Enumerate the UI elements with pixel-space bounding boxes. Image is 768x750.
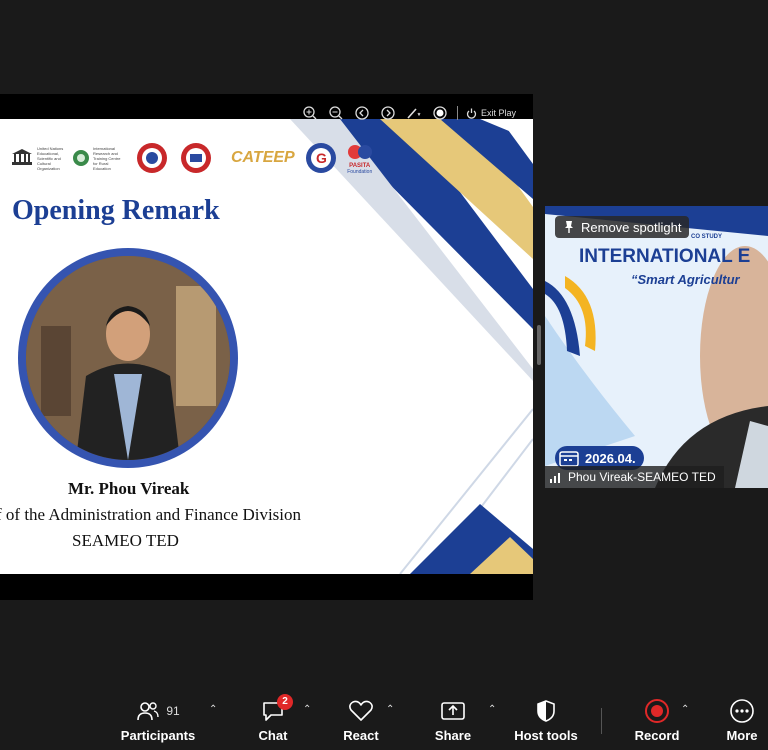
more-options-icon (730, 698, 754, 723)
shield-icon (537, 699, 555, 722)
control-bar-divider (601, 708, 602, 734)
gear-logo-icon (181, 143, 211, 173)
cateep-logo: CATEEP (231, 149, 295, 166)
share-button[interactable]: Share (430, 690, 476, 750)
event-date-text: 2026.04. (585, 450, 636, 466)
speaker-photo (26, 256, 230, 460)
more-button[interactable]: More (722, 690, 762, 750)
pen-icon[interactable] (405, 104, 423, 122)
participants-count: 91 (166, 703, 180, 718)
remove-spotlight-label: Remove spotlight (581, 219, 682, 235)
chat-label: Chat (258, 727, 288, 743)
unesco-logo-icon (12, 149, 32, 165)
exit-play-label: Exit Play (481, 108, 517, 118)
host-tools-label: Host tools (514, 727, 578, 743)
study-label: CO STUDY (691, 234, 723, 240)
participants-chevron-up-icon[interactable]: ⌃ (209, 704, 217, 715)
zoom-in-icon[interactable] (301, 104, 319, 122)
speaker-role: f of the Administration and Finance Divi… (0, 505, 302, 524)
participant-name-tag: Phou Vireak-SEAMEO TED (545, 466, 724, 488)
react-button[interactable]: React (338, 690, 384, 750)
speaker-figure (26, 256, 230, 460)
calendar-icon (559, 451, 579, 467)
chat-chevron-up-icon[interactable]: ⌃ (303, 704, 311, 715)
react-chevron-up-icon[interactable]: ⌃ (386, 704, 394, 715)
chat-button[interactable]: 2 Chat (250, 690, 296, 750)
meeting-control-bar: 91 Participants ⌃ 2 Chat ⌃ React ⌃ Share… (0, 690, 768, 750)
toolbar-divider (457, 106, 458, 120)
presentation-slide: United Nations Educational, Scientific a… (0, 119, 533, 574)
meeting-stage: United Nations Educational, Scientific a… (0, 0, 768, 690)
share-label: Share (434, 727, 472, 743)
heart-icon (349, 700, 373, 721)
shared-screen[interactable]: United Nations Educational, Scientific a… (0, 94, 533, 600)
zoom-out-icon[interactable] (327, 104, 345, 122)
centre-text: International Research and Training Cent… (93, 145, 121, 171)
speaker-organization: SEAMEO TED (72, 531, 179, 550)
video-event-title: INTERNATIONAL E (579, 246, 751, 267)
slideshow-toolbar: Exit Play (295, 100, 525, 126)
share-screen-icon (441, 701, 465, 720)
slide-heading: Opening Remark (12, 195, 220, 226)
power-icon (466, 108, 477, 119)
participant-name: Phou Vireak-SEAMEO TED (568, 470, 716, 484)
previous-slide-icon[interactable] (353, 104, 371, 122)
record-chevron-up-icon[interactable]: ⌃ (681, 704, 689, 715)
partner-logos: United Nations Educational, Scientific a… (10, 141, 373, 175)
participants-icon (137, 701, 160, 720)
split-view-handle[interactable] (537, 325, 541, 365)
seameo-gear-logo-icon (137, 143, 167, 173)
video-event-subtitle: “Smart Agricultur (631, 272, 740, 287)
host-tools-button[interactable]: Host tools (512, 690, 580, 750)
share-chevron-up-icon[interactable]: ⌃ (488, 704, 496, 715)
exit-play-button[interactable]: Exit Play (466, 108, 516, 119)
unesco-text: United Nations Educational, Scientific a… (37, 145, 64, 171)
record-button[interactable]: Record (632, 690, 682, 750)
record-icon (645, 698, 669, 723)
react-label: React (343, 727, 379, 743)
more-label: More (726, 727, 758, 743)
laser-pointer-icon[interactable] (431, 104, 449, 122)
participants-button[interactable]: 91 Participants (120, 690, 196, 750)
pasita-sub-label: Foundation (347, 169, 373, 175)
speaker-photo-frame (18, 248, 238, 468)
next-slide-icon[interactable] (379, 104, 397, 122)
chat-unread-badge: 2 (277, 693, 293, 710)
pin-icon (565, 221, 573, 233)
remove-spotlight-button[interactable]: Remove spotlight (555, 216, 690, 238)
pasita-logo-icon (347, 145, 372, 159)
participants-label: Participants (120, 727, 196, 743)
speaker-name: Mr. Phou Vireak (68, 479, 190, 498)
signal-strength-icon (550, 473, 560, 483)
speaker-video-tile[interactable]: Remove spotlight CO STUDY INTERNATIONAL … (545, 206, 768, 488)
research-centre-logo-icon (73, 150, 89, 166)
round-g-logo-icon: G (305, 143, 336, 173)
svg-text:G: G (316, 150, 327, 166)
record-label: Record (634, 727, 680, 743)
